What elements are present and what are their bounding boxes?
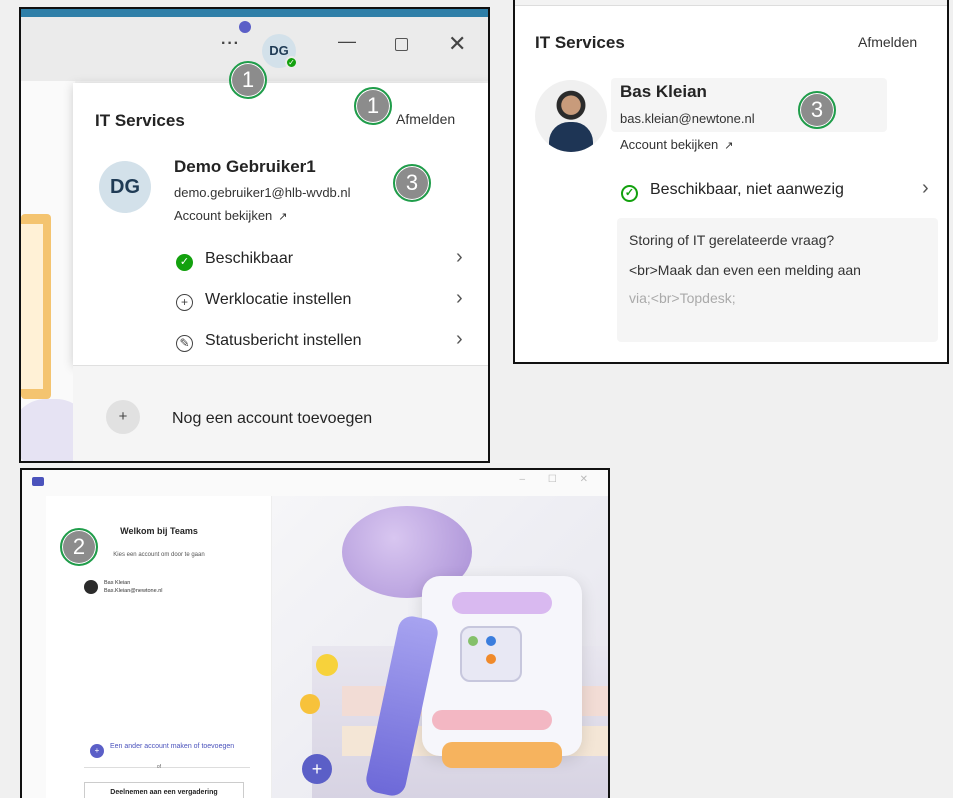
status-message-line: <br>Maak dan even een melding aan (629, 262, 861, 278)
user-email: demo.gebruiker1@hlb-wvdb.nl (174, 185, 351, 200)
more-options-icon[interactable]: ··· (221, 35, 240, 53)
available-status-icon: ✓ (621, 185, 638, 202)
callout-badge: 3 (798, 91, 836, 129)
chevron-right-icon: › (456, 246, 463, 268)
add-account-icon: + (106, 400, 140, 434)
external-link-icon: ↗ (278, 211, 288, 223)
menu-item-label: Beschikbaar (205, 250, 294, 267)
callout-badge: 2 (60, 528, 98, 566)
close-icon[interactable]: ✕ (448, 31, 466, 57)
chevron-right-icon: › (922, 177, 929, 199)
account-name: Bas Kleian (104, 580, 131, 586)
location-add-icon: + (176, 294, 193, 311)
menu-item-label: Statusbericht instellen (205, 332, 362, 349)
account-flyout: IT Services Afmelden DG Demo Gebruiker1 … (73, 83, 488, 365)
user-photo-avatar (535, 80, 607, 152)
user-avatar: DG (99, 161, 151, 213)
window-top-stripe (21, 9, 488, 17)
notification-dot (239, 21, 251, 33)
avatar (84, 580, 98, 594)
signout-link[interactable]: Afmelden (858, 34, 917, 50)
available-status-icon: ✓ (176, 254, 193, 271)
welcome-illustration: + (272, 496, 608, 798)
menu-item-status-message[interactable]: ✎ Statusbericht instellen (176, 332, 362, 352)
user-name: Demo Gebruiker1 (174, 157, 316, 176)
background-illustration-card-inner (21, 224, 43, 389)
maximize-icon[interactable] (395, 38, 408, 51)
menu-item-availability[interactable]: ✓ Beschikbaar (176, 250, 293, 271)
menu-item-availability[interactable]: ✓ Beschikbaar, niet aanwezig (621, 181, 844, 202)
user-email: bas.kleian@newtone.nl (620, 111, 755, 126)
or-label: of (156, 764, 162, 770)
minimize-icon[interactable]: — (338, 31, 356, 52)
signout-link[interactable]: Afmelden (396, 111, 455, 127)
view-account-label: Account bekijken (174, 208, 273, 223)
status-message-line: via;<br>Topdesk; (629, 290, 736, 306)
window-edge (515, 0, 947, 6)
callout-badge: 1 (354, 87, 392, 125)
user-name: Bas Kleian (620, 82, 707, 101)
account-email: Bas.Kleian@newtone.nl (104, 588, 163, 594)
account-flyout-zoom-screenshot: IT Services Afmelden Bas Kleian bas.klei… (513, 0, 949, 364)
join-meeting-button[interactable]: Deelnemen aan een vergadering (84, 782, 244, 798)
callout-badge: 3 (393, 164, 431, 202)
view-account-link[interactable]: Account bekijken ↗ (620, 137, 734, 152)
callout-badge: 1 (229, 61, 267, 99)
view-account-label: Account bekijken (620, 137, 719, 152)
add-account-icon: + (90, 744, 104, 758)
status-message-icon: ✎ (176, 335, 193, 352)
available-status-icon: ✓ (285, 56, 298, 69)
menu-item-work-location[interactable]: + Werklocatie instellen (176, 291, 351, 311)
status-message-box: Storing of IT gerelateerde vraag? <br>Ma… (617, 218, 938, 342)
teams-logo-icon (32, 477, 44, 486)
status-message-line: Storing of IT gerelateerde vraag? (629, 232, 835, 248)
add-account-row[interactable]: + Nog een account toevoegen (73, 365, 488, 461)
teams-welcome-screenshot: – ☐ ✕ Welkom bij Teams Kies een account … (20, 468, 610, 798)
teams-account-flyout-screenshot: ··· DG ✓ — ✕ IT Services Afmelden DG Dem… (19, 7, 490, 463)
add-account-label: Een ander account maken of toevoegen (110, 743, 235, 750)
org-name: IT Services (535, 33, 625, 52)
external-link-icon: ↗ (724, 140, 734, 152)
add-account-label: Nog een account toevoegen (172, 410, 373, 427)
window-controls[interactable]: – ☐ ✕ (520, 474, 598, 485)
status-label: Beschikbaar, niet aanwezig (650, 181, 844, 198)
org-name: IT Services (95, 111, 185, 130)
chevron-right-icon: › (456, 287, 463, 309)
view-account-link[interactable]: Account bekijken ↗ (174, 208, 288, 223)
chevron-right-icon: › (456, 328, 463, 350)
menu-item-label: Werklocatie instellen (205, 291, 352, 308)
